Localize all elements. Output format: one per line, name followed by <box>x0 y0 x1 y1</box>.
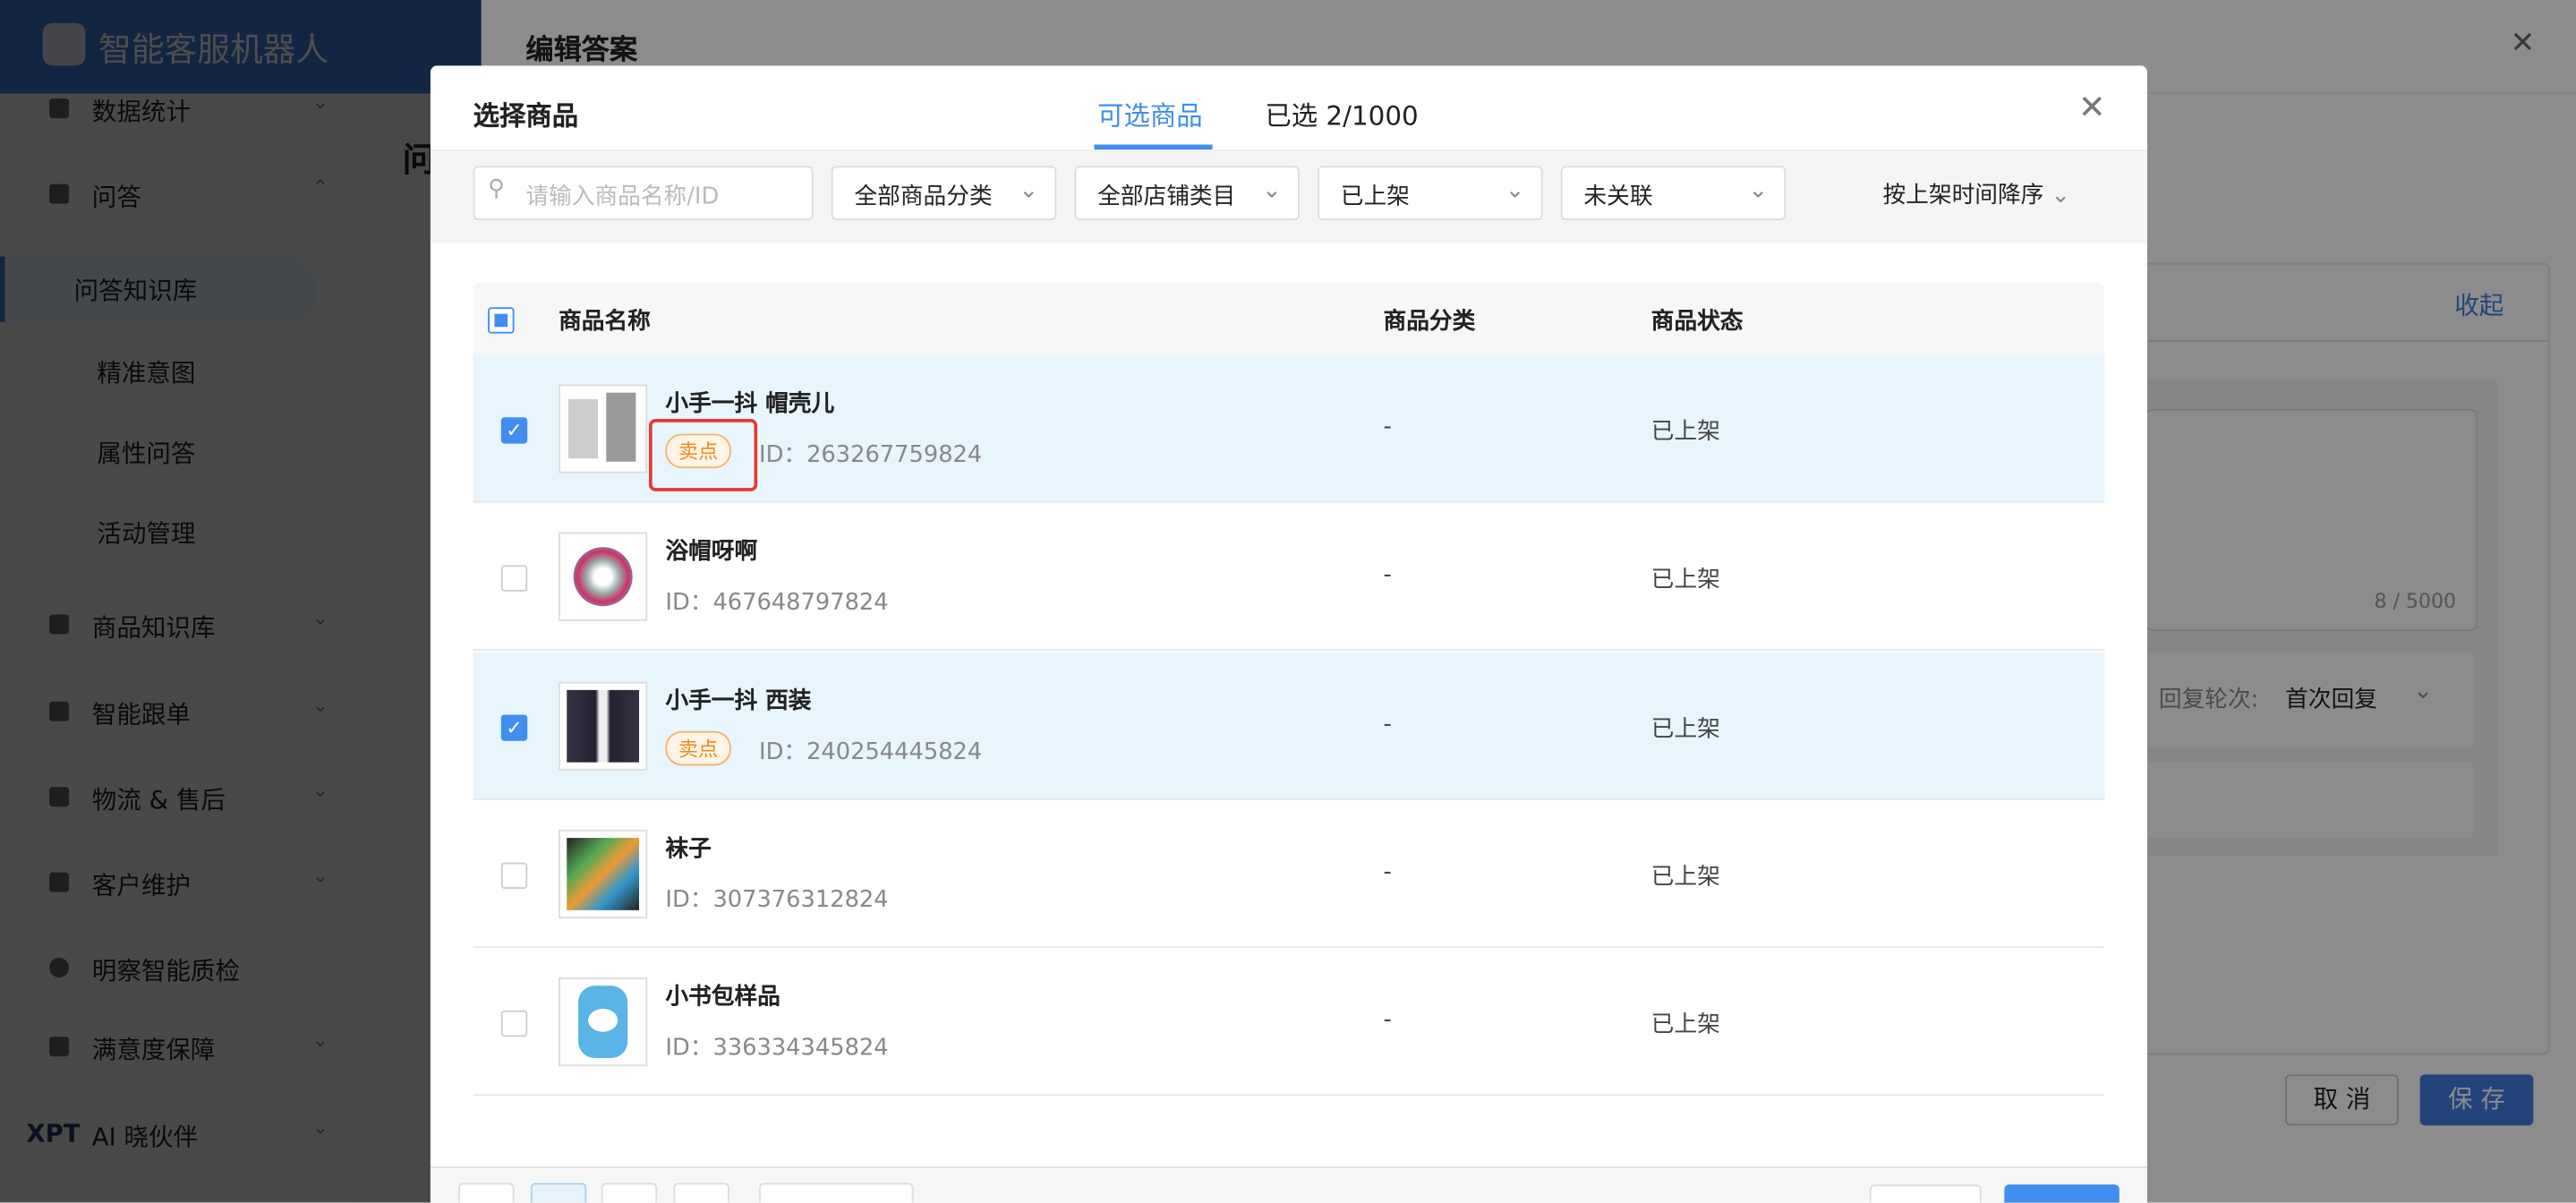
product-thumbnail <box>559 977 648 1067</box>
table-header <box>473 282 2105 355</box>
selling-point-tag: 卖点 <box>665 730 731 766</box>
chevron-down-icon: ⌄ <box>1262 177 1282 204</box>
product-thumbnail <box>559 532 648 621</box>
shop-category-filter[interactable]: 全部店铺类目 ⌄ <box>1074 166 1300 220</box>
product-id: ID：467648797824 <box>665 589 889 617</box>
page-button[interactable] <box>530 1182 587 1203</box>
column-header-name: 商品名称 <box>559 309 651 336</box>
row-checkbox[interactable]: ✓ <box>500 417 528 444</box>
modal-title: 选择商品 <box>473 99 579 132</box>
product-id: ID：240254445824 <box>759 738 983 766</box>
modal-confirm-button[interactable] <box>2004 1184 2120 1203</box>
filter-value: 全部店铺类目 <box>1097 183 1236 210</box>
chevron-down-icon: ⌄ <box>1748 177 1768 204</box>
search-input[interactable]: ⚲ 请输入商品名称/ID <box>473 166 814 220</box>
table-row[interactable]: ✓ 小手一抖 西装 卖点 ID：240254445824 - 已上架 <box>473 652 2105 800</box>
search-placeholder: 请输入商品名称/ID <box>525 183 720 210</box>
page-size-select[interactable] <box>759 1182 914 1203</box>
select-product-modal: 选择商品 可选商品 已选 2/1000 ✕ ⚲ 请输入商品名称/ID 全部商品分类… <box>430 65 2147 1203</box>
product-id: ID：263267759824 <box>759 441 983 469</box>
product-name: 小手一抖 帽壳儿 <box>665 390 835 418</box>
prev-page-button[interactable] <box>458 1182 515 1203</box>
table-row[interactable]: 袜子 ID：307376312824 - 已上架 <box>473 800 2105 949</box>
product-status: 已上架 <box>1651 864 1720 891</box>
product-category: - <box>1383 1007 1392 1034</box>
product-category: - <box>1383 414 1392 440</box>
product-name: 浴帽呀啊 <box>665 539 758 566</box>
association-filter[interactable]: 未关联 ⌄ <box>1560 166 1787 220</box>
close-icon[interactable]: ✕ <box>2078 87 2106 126</box>
product-status: 已上架 <box>1651 716 1720 743</box>
product-thumbnail <box>559 384 648 474</box>
select-all-checkbox[interactable] <box>488 307 515 334</box>
row-checkbox[interactable] <box>500 1010 528 1037</box>
table-row[interactable]: 浴帽呀啊 ID：467648797824 - 已上架 <box>473 503 2105 651</box>
product-status: 已上架 <box>1651 567 1720 593</box>
filter-value: 全部商品分类 <box>854 183 993 210</box>
row-checkbox[interactable] <box>500 565 528 592</box>
status-filter[interactable]: 已上架 ⌄ <box>1318 166 1543 220</box>
filter-value: 未关联 <box>1583 183 1653 210</box>
product-status: 已上架 <box>1651 1011 1720 1039</box>
filter-value: 已上架 <box>1340 183 1410 210</box>
page-button[interactable] <box>601 1182 658 1203</box>
chevron-down-icon: ⌄ <box>1505 177 1525 204</box>
row-checkbox[interactable] <box>500 862 528 890</box>
product-category: - <box>1383 561 1392 589</box>
column-header-status: 商品状态 <box>1651 309 1744 336</box>
sort-value: 按上架时间降序 <box>1882 182 2044 209</box>
column-header-category: 商品分类 <box>1383 309 1476 336</box>
product-name: 袜子 <box>665 836 712 863</box>
product-name: 小手一抖 西装 <box>665 688 812 715</box>
product-category: - <box>1383 858 1392 886</box>
annotation-highlight <box>649 419 758 491</box>
next-page-button[interactable] <box>673 1182 729 1203</box>
sort-select[interactable]: 按上架时间降序 ⌄ <box>1882 177 2070 210</box>
product-thumbnail <box>559 681 648 771</box>
product-id: ID：336334345824 <box>665 1035 889 1062</box>
chevron-down-icon: ⌄ <box>1019 177 1039 204</box>
search-icon: ⚲ <box>488 175 505 202</box>
product-category: - <box>1383 711 1392 738</box>
product-name: 小书包样品 <box>665 984 780 1011</box>
category-filter[interactable]: 全部商品分类 ⌄ <box>831 166 1057 220</box>
tab-available[interactable]: 可选商品 <box>1097 94 1203 133</box>
product-status: 已上架 <box>1651 419 1720 446</box>
modal-footer <box>430 1166 2147 1203</box>
modal-cancel-button[interactable] <box>1869 1184 1982 1203</box>
tab-selected[interactable]: 已选 2/1000 <box>1265 94 1418 133</box>
chevron-down-icon: ⌄ <box>2051 182 2071 209</box>
product-id: ID：307376312824 <box>665 887 889 914</box>
table-row[interactable]: 小书包样品 ID：336334345824 - 已上架 <box>473 948 2105 1096</box>
table-row[interactable]: ✓ 小手一抖 帽壳儿 卖点 ID：263267759824 - 已上架 <box>473 354 2105 503</box>
product-thumbnail <box>559 829 648 919</box>
row-checkbox[interactable]: ✓ <box>500 714 528 741</box>
